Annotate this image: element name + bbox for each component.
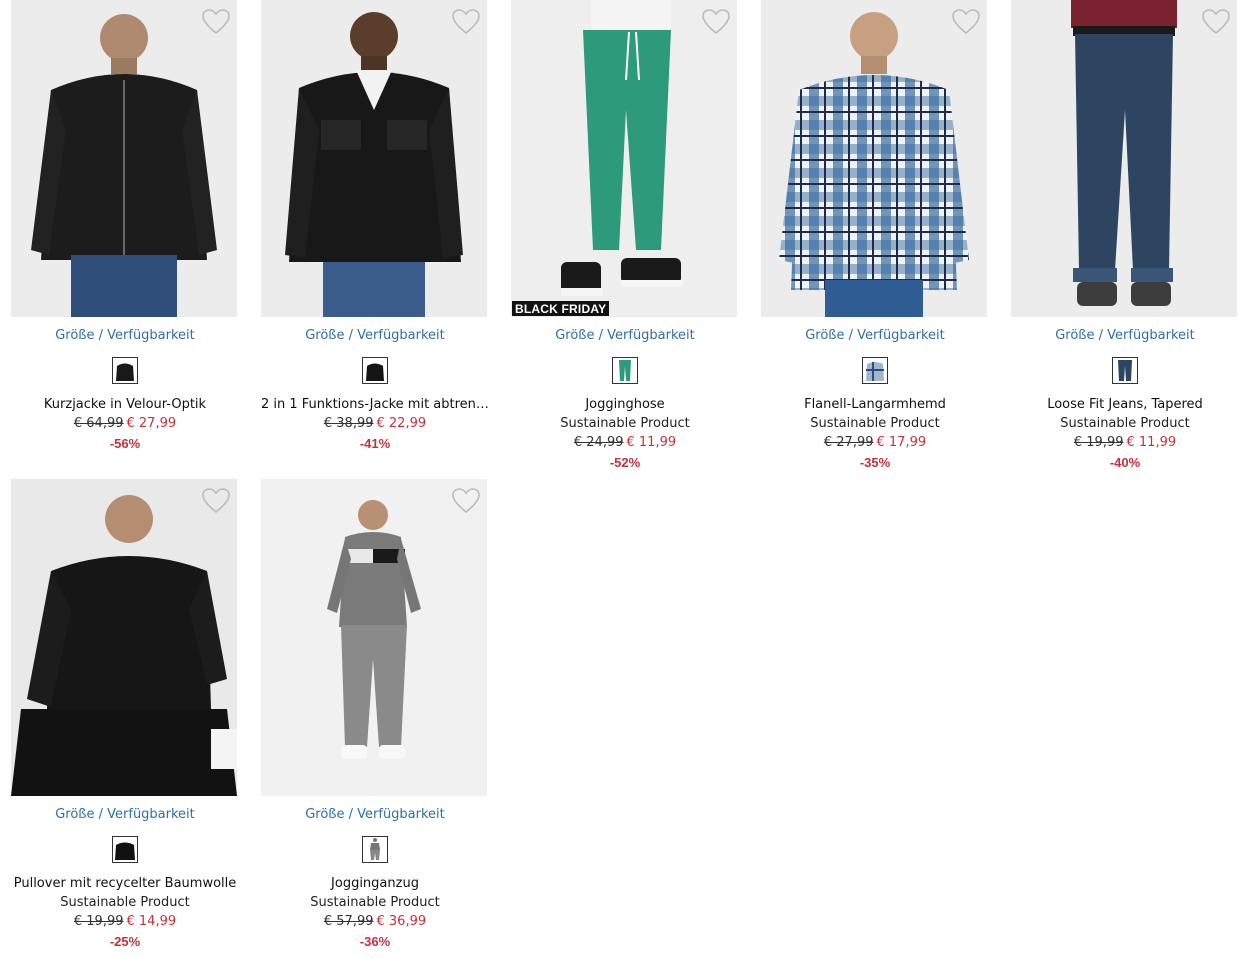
product-image[interactable] [261, 479, 487, 796]
product-name[interactable]: Jogginganzug [261, 874, 489, 893]
wishlist-heart-icon[interactable] [451, 487, 481, 515]
product-image[interactable] [261, 0, 487, 317]
color-swatch-black[interactable] [112, 357, 138, 384]
price-row: € 64,99 € 27,99 [11, 414, 239, 434]
sale-price: € 22,99 [376, 416, 427, 431]
product-image[interactable] [1011, 0, 1237, 317]
product-card[interactable]: Größe / Verfügbarkeit Jogginganzug Susta… [261, 479, 489, 952]
black-friday-badge: BLACK FRIDAY [512, 301, 610, 316]
size-availability-link[interactable]: Größe / Verfügbarkeit [11, 806, 239, 824]
discount-label: -35% [859, 455, 891, 470]
old-price: € 38,99 [323, 416, 374, 431]
price-row: € 19,99 € 14,99 [11, 912, 239, 932]
product-image[interactable] [11, 479, 237, 796]
discount-label: -52% [609, 455, 641, 470]
price-row: € 27,99 € 17,99 [761, 433, 989, 453]
old-price: € 19,99 [1073, 435, 1124, 450]
color-swatch-black[interactable] [362, 357, 388, 384]
wishlist-heart-icon[interactable] [201, 8, 231, 36]
product-card[interactable]: Größe / Verfügbarkeit Loose Fit Jeans, T… [1011, 0, 1239, 473]
discount-label: -25% [109, 934, 141, 949]
discount-label: -41% [359, 436, 391, 451]
product-card[interactable]: Größe / Verfügbarkeit 2 in 1 Funktions-J… [261, 0, 489, 454]
size-availability-link[interactable]: Größe / Verfügbarkeit [11, 327, 239, 345]
sustainable-label: Sustainable Product [310, 895, 440, 910]
product-grid: Größe / Verfügbarkeit Kurzjacke in Velou… [0, 0, 1250, 958]
color-swatch-black[interactable] [112, 836, 138, 863]
product-name[interactable]: Loose Fit Jeans, Tapered [1011, 395, 1239, 414]
product-photo-functional-jacket [261, 0, 487, 317]
product-name[interactable]: Jogginghose [511, 395, 739, 414]
color-swatch-green[interactable] [612, 357, 638, 384]
discount-label: -40% [1109, 455, 1141, 470]
product-photo-jeans [1011, 0, 1237, 317]
color-swatch-dark-denim[interactable] [1112, 357, 1138, 384]
sale-price: € 11,99 [1126, 435, 1177, 450]
product-photo-black-jacket [11, 0, 237, 317]
product-card[interactable]: Größe / Verfügbarkeit Flanell-Langarmhem… [761, 0, 989, 473]
sale-price: € 27,99 [126, 416, 177, 431]
product-image[interactable]: BLACK FRIDAY [511, 0, 737, 317]
product-image[interactable] [761, 0, 987, 317]
size-availability-link[interactable]: Größe / Verfügbarkeit [761, 327, 989, 345]
size-availability-link[interactable]: Größe / Verfügbarkeit [261, 806, 489, 824]
sale-price: € 36,99 [376, 914, 427, 929]
price-row: € 19,99 € 11,99 [1011, 433, 1239, 453]
discount-label: -56% [109, 436, 141, 451]
product-card[interactable]: Größe / Verfügbarkeit Kurzjacke in Velou… [11, 0, 239, 454]
wishlist-heart-icon[interactable] [451, 8, 481, 36]
size-availability-link[interactable]: Größe / Verfügbarkeit [511, 327, 739, 345]
old-price: € 19,99 [73, 914, 124, 929]
sustainable-label: Sustainable Product [560, 416, 690, 431]
product-photo-black-pullover [11, 479, 237, 796]
price-row: € 24,99 € 11,99 [511, 433, 739, 453]
sustainable-label: Sustainable Product [60, 895, 190, 910]
product-image[interactable] [11, 0, 237, 317]
sale-price: € 14,99 [126, 914, 177, 929]
old-price: € 27,99 [823, 435, 874, 450]
discount-label: -36% [359, 934, 391, 949]
color-swatch-grey[interactable] [362, 836, 388, 863]
product-name[interactable]: Pullover mit recycelter Baumwolle [11, 874, 239, 893]
sale-price: € 17,99 [876, 435, 927, 450]
size-availability-link[interactable]: Größe / Verfügbarkeit [261, 327, 489, 345]
old-price: € 64,99 [73, 416, 124, 431]
product-card[interactable]: BLACK FRIDAY Größe / Verfügbarkeit Joggi… [511, 0, 739, 473]
wishlist-heart-icon[interactable] [201, 487, 231, 515]
wishlist-heart-icon[interactable] [951, 8, 981, 36]
product-photo-tracksuit [261, 479, 487, 796]
color-swatch-blue-plaid[interactable] [862, 357, 888, 384]
price-row: € 57,99 € 36,99 [261, 912, 489, 932]
product-name[interactable]: Flanell-Langarmhemd [761, 395, 989, 414]
product-name[interactable]: 2 in 1 Funktions-Jacke mit abtrennbaren … [261, 395, 489, 414]
size-availability-link[interactable]: Größe / Verfügbarkeit [1011, 327, 1239, 345]
product-photo-flannel-shirt [761, 0, 987, 317]
sustainable-label: Sustainable Product [810, 416, 940, 431]
old-price: € 24,99 [573, 435, 624, 450]
product-card[interactable]: Größe / Verfügbarkeit Pullover mit recyc… [11, 479, 239, 952]
wishlist-heart-icon[interactable] [701, 8, 731, 36]
old-price: € 57,99 [323, 914, 374, 929]
sale-price: € 11,99 [626, 435, 677, 450]
product-photo-green-joggers [511, 0, 737, 317]
sustainable-label: Sustainable Product [1060, 416, 1190, 431]
wishlist-heart-icon[interactable] [1201, 8, 1231, 36]
price-row: € 38,99 € 22,99 [261, 414, 489, 434]
product-name[interactable]: Kurzjacke in Velour-Optik [11, 395, 239, 414]
